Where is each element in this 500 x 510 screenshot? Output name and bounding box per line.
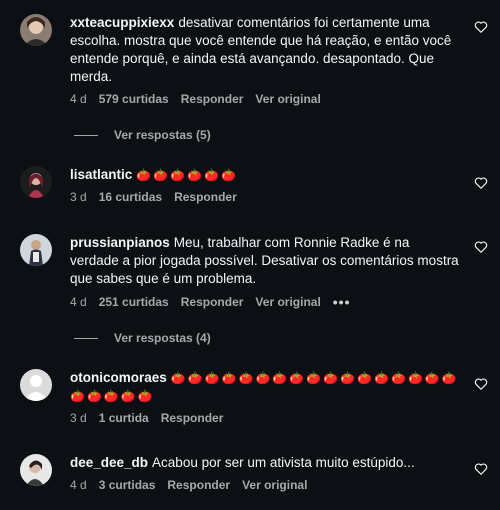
heart-icon[interactable]: [474, 20, 488, 34]
comment-text-block: xxteacuppixiexx desativar comentários foi…: [70, 14, 460, 86]
comment-text: Acabou por ser um ativista muito estúpid…: [152, 455, 415, 470]
comment-time: 4 d: [70, 478, 87, 492]
comment-text-block: lisatlantic 🍅🍅🍅🍅🍅🍅: [70, 166, 460, 184]
view-replies-label: Ver respostas (5): [114, 128, 211, 142]
see-original-button[interactable]: Ver original: [242, 478, 307, 492]
avatar[interactable]: [20, 166, 52, 198]
comment-username[interactable]: prussianpianos: [70, 235, 170, 250]
reply-button[interactable]: Responder: [167, 478, 230, 492]
comment-text: 🍅🍅🍅🍅🍅🍅: [136, 168, 238, 182]
likes-count[interactable]: 3 curtidas: [99, 478, 156, 492]
heart-icon[interactable]: [474, 377, 488, 391]
comment-body: lisatlantic 🍅🍅🍅🍅🍅🍅 3 d 16 curtidas Respon…: [70, 166, 460, 204]
comment-text-block: otonicomoraes 🍅🍅🍅🍅🍅🍅🍅🍅🍅🍅🍅🍅🍅🍅🍅🍅🍅🍅🍅🍅🍅🍅: [70, 369, 460, 405]
comment-meta: 4 d 579 curtidas Responder Ver original: [70, 92, 460, 106]
heart-icon[interactable]: [474, 240, 488, 254]
divider: [74, 134, 98, 136]
view-replies-label: Ver respostas (4): [114, 331, 211, 345]
avatar[interactable]: [20, 369, 52, 401]
comment-meta: 4 d 3 curtidas Responder Ver original: [70, 478, 460, 492]
avatar[interactable]: [20, 454, 52, 486]
comment-meta: 3 d 1 curtida Responder: [70, 411, 460, 425]
comment-meta: 4 d 251 curtidas Responder Ver original …: [70, 294, 460, 310]
reply-button[interactable]: Responder: [174, 190, 237, 204]
heart-icon[interactable]: [474, 176, 488, 190]
view-replies-button[interactable]: Ver respostas (4): [74, 331, 211, 345]
likes-count[interactable]: 579 curtidas: [99, 92, 169, 106]
reply-button[interactable]: Responder: [181, 295, 244, 309]
heart-icon[interactable]: [474, 462, 488, 476]
likes-count[interactable]: 251 curtidas: [99, 295, 169, 309]
reply-button[interactable]: Responder: [181, 92, 244, 106]
divider: [74, 337, 98, 339]
avatar[interactable]: [20, 14, 52, 46]
comment-username[interactable]: otonicomoraes: [70, 370, 167, 385]
comment-time: 4 d: [70, 92, 87, 106]
comment-time: 4 d: [70, 295, 87, 309]
see-original-button[interactable]: Ver original: [255, 92, 320, 106]
view-replies-button[interactable]: Ver respostas (5): [74, 128, 211, 142]
reply-button[interactable]: Responder: [161, 411, 224, 425]
comment-body: dee_dee_db Acabou por ser um ativista mui…: [70, 454, 460, 492]
comment-time: 3 d: [70, 190, 87, 204]
avatar[interactable]: [20, 234, 52, 266]
likes-count[interactable]: 16 curtidas: [99, 190, 162, 204]
more-options-icon[interactable]: •••: [333, 294, 351, 310]
comment-meta: 3 d 16 curtidas Responder: [70, 190, 460, 204]
see-original-button[interactable]: Ver original: [255, 295, 320, 309]
comment-text-block: dee_dee_db Acabou por ser um ativista mui…: [70, 454, 460, 472]
comment-body: otonicomoraes 🍅🍅🍅🍅🍅🍅🍅🍅🍅🍅🍅🍅🍅🍅🍅🍅🍅🍅🍅🍅🍅🍅 3 d …: [70, 369, 460, 425]
comment-body: xxteacuppixiexx desativar comentários foi…: [70, 14, 460, 106]
comment-time: 3 d: [70, 411, 87, 425]
comment-username[interactable]: xxteacuppixiexx: [70, 15, 174, 30]
comment-username[interactable]: lisatlantic: [70, 167, 132, 182]
likes-count[interactable]: 1 curtida: [99, 411, 149, 425]
comment-username[interactable]: dee_dee_db: [70, 455, 148, 470]
comment-text-block: prussianpianos Meu, trabalhar com Ronnie …: [70, 234, 460, 288]
comment-body: prussianpianos Meu, trabalhar com Ronnie …: [70, 234, 460, 310]
